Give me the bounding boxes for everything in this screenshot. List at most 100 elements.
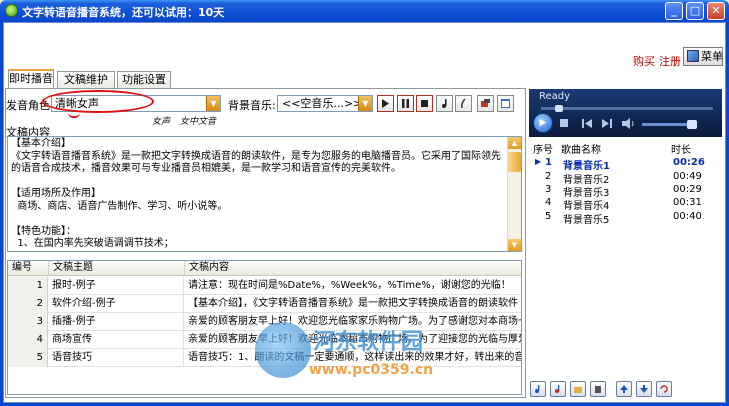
next-track-icon[interactable]: [602, 119, 613, 128]
playlist-item-no: 3: [545, 184, 552, 195]
playlist-item[interactable]: 3 背景音乐3 00:29: [529, 184, 722, 199]
music-button[interactable]: [436, 95, 453, 112]
playlist-item-name: 背景音乐1: [563, 161, 610, 172]
annotation-female: 女声: [152, 117, 171, 127]
open-folder-button[interactable]: [570, 381, 586, 397]
volume-knob[interactable]: [687, 120, 697, 129]
player-status: Ready: [539, 91, 571, 102]
row-id: 5: [8, 349, 48, 367]
record-icon: [481, 99, 490, 107]
chevron-down-icon[interactable]: ▼: [206, 96, 220, 111]
title-bar: 文字转语音播音系统，还可以试用：10天 _ □ ✕: [0, 0, 729, 22]
scroll-up-icon[interactable]: ▲: [508, 137, 521, 149]
maximize-button[interactable]: □: [686, 2, 704, 20]
top-links: 购买 注册: [633, 53, 685, 69]
italic-icon: [461, 99, 466, 108]
playlist-item-duration: 00:29: [673, 184, 702, 195]
move-down-button[interactable]: [636, 381, 652, 397]
play-button[interactable]: [377, 95, 394, 112]
delete-button[interactable]: [590, 381, 606, 397]
up-icon: [620, 385, 628, 393]
move-up-button[interactable]: [616, 381, 632, 397]
playlist-header-name: 歌曲名称: [561, 145, 601, 156]
tab-settings[interactable]: 功能设置: [117, 71, 171, 88]
bgm-select[interactable]: <<空音乐...>> ▼: [277, 95, 373, 112]
row-id: 4: [8, 331, 48, 349]
table-row[interactable]: 1 报时-例子 请注意：现在时间是%Date%，%Week%，%Time%，谢谢…: [8, 277, 521, 295]
add-music-icon: [535, 385, 540, 393]
playlist-item-duration: 00:40: [673, 211, 702, 222]
playlist-header-duration: 时长: [671, 145, 691, 156]
chevron-down-icon[interactable]: ▼: [358, 96, 372, 111]
content-scrollbar[interactable]: ▲ ▼: [507, 137, 521, 251]
table-header-theme[interactable]: 文稿主题: [49, 261, 185, 276]
play-icon: ▶: [539, 118, 547, 128]
close-button[interactable]: ✕: [707, 2, 725, 20]
app-icon: [5, 4, 18, 17]
scroll-thumb[interactable]: [508, 152, 521, 172]
playlist-header: 序号 歌曲名称 时长: [529, 141, 722, 156]
playlist-item-no: 5: [545, 211, 552, 222]
bgm-label: 背景音乐:: [228, 99, 276, 112]
scroll-down-icon[interactable]: ▼: [508, 239, 521, 251]
row-theme: 报时-例子: [49, 277, 184, 295]
table-header-id[interactable]: 编号: [8, 261, 49, 276]
playlist-header-no: 序号: [533, 145, 553, 156]
pause-icon: [402, 99, 409, 108]
minimize-button[interactable]: _: [665, 2, 683, 20]
row-content: 【基本介绍】，《文字转语音播音系统》是一款把文字转换成语音的朗读软件: [188, 298, 518, 309]
row-id: 1: [8, 277, 48, 295]
row-id: 3: [8, 313, 48, 331]
playlist-item-no: 1: [545, 157, 552, 168]
window-title: 文字转语音播音系统，还可以试用：10天: [22, 6, 225, 19]
register-link[interactable]: 注册: [659, 55, 681, 68]
playlist-item-duration: 00:31: [673, 197, 702, 208]
playlist-item[interactable]: 4 背景音乐4 00:31: [529, 197, 722, 212]
tab-script-maintenance[interactable]: 文稿维护: [57, 71, 115, 88]
folder-icon: [574, 387, 582, 393]
row-theme: 插播-例子: [49, 313, 184, 331]
player-stop-icon[interactable]: [560, 119, 569, 128]
remove-music-icon: [555, 385, 560, 393]
window-button[interactable]: [497, 95, 514, 112]
bgm-selected: <<空音乐...>>: [282, 97, 363, 110]
playlist-item-name: 背景音乐5: [563, 215, 610, 226]
playlist-item-no: 4: [545, 197, 552, 208]
player-play-button[interactable]: ▶: [533, 113, 553, 133]
delete-icon: [595, 386, 601, 393]
record-button[interactable]: [477, 95, 494, 112]
stop-button[interactable]: [416, 95, 433, 112]
buy-link[interactable]: 购买: [633, 55, 655, 68]
italic-button[interactable]: [455, 95, 472, 112]
refresh-icon: [660, 385, 668, 393]
playlist-item[interactable]: 5 背景音乐5 00:40: [529, 211, 722, 226]
add-music-button[interactable]: [530, 381, 546, 397]
content-textarea[interactable]: 【基本介绍】 《文字转语音播音系统》是一款把文字转换成语音的朗读软件，是专为您服…: [7, 136, 522, 252]
play-icon: [382, 99, 389, 108]
menu-icon: [687, 50, 699, 62]
menu-button[interactable]: 菜单: [683, 47, 723, 66]
down-icon: [640, 385, 648, 393]
pause-button[interactable]: [397, 95, 414, 112]
watermark-url: www.pc0359.cn: [309, 362, 434, 378]
seek-bar[interactable]: [541, 107, 713, 110]
volume-icon[interactable]: [622, 118, 636, 129]
row-theme: 语音技巧: [49, 349, 184, 367]
playlist-item-duration: 00:49: [673, 171, 702, 182]
table-header-content[interactable]: 文稿内容: [185, 261, 521, 276]
playlist-item[interactable]: ▶ 1 背景音乐1 00:26: [529, 157, 722, 172]
music-icon: [442, 99, 447, 108]
playlist-item-name: 背景音乐4: [563, 201, 610, 212]
previous-track-icon[interactable]: [582, 119, 593, 128]
table-row[interactable]: 2 软件介绍-例子 【基本介绍】，《文字转语音播音系统》是一款把文字转换成语音的…: [8, 295, 521, 313]
menu-label: 菜单: [701, 50, 723, 63]
row-content: 请注意：现在时间是%Date%，%Week%，%Time%，谢谢您的光临！: [188, 280, 511, 291]
remove-music-button[interactable]: [550, 381, 566, 397]
playlist-toolbar: [529, 381, 722, 399]
playlist-item-duration: 00:26: [673, 157, 705, 168]
seek-knob[interactable]: [555, 105, 563, 112]
tab-instant-broadcast[interactable]: 即时播音: [8, 69, 54, 88]
playlist-item[interactable]: 2 背景音乐2 00:49: [529, 171, 722, 186]
content-text: 【基本介绍】 《文字转语音播音系统》是一款把文字转换成语音的朗读软件，是专为您服…: [11, 138, 501, 249]
refresh-button[interactable]: [656, 381, 672, 397]
